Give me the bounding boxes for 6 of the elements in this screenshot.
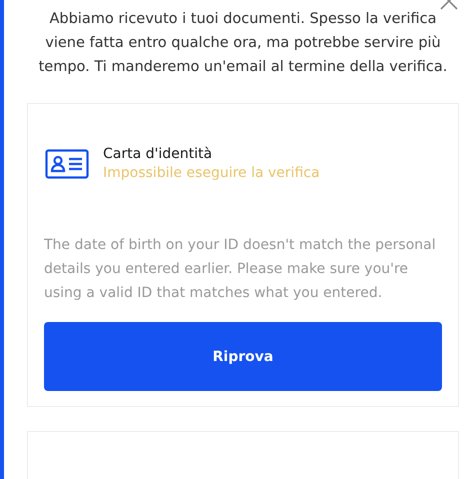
intro-text: Abbiamo ricevuto i tuoi documenti. Spesso la verifica viene fatta entro qualche ora, ma potrebbe servire più tempo. Ti manderemo un'email al termine della verifica. xyxy=(38,10,448,77)
retry-button[interactable]: Riprova xyxy=(44,322,442,391)
id-card-icon xyxy=(45,148,89,178)
status-text: Impossibile eseguire la verifica xyxy=(103,165,320,181)
error-message: The date of birth on your ID doesn't match the personal details you entered earlier. Please make sure you're using a valid ID that matches what you entered. xyxy=(44,236,437,303)
document-title: Carta d'identità xyxy=(103,146,214,162)
